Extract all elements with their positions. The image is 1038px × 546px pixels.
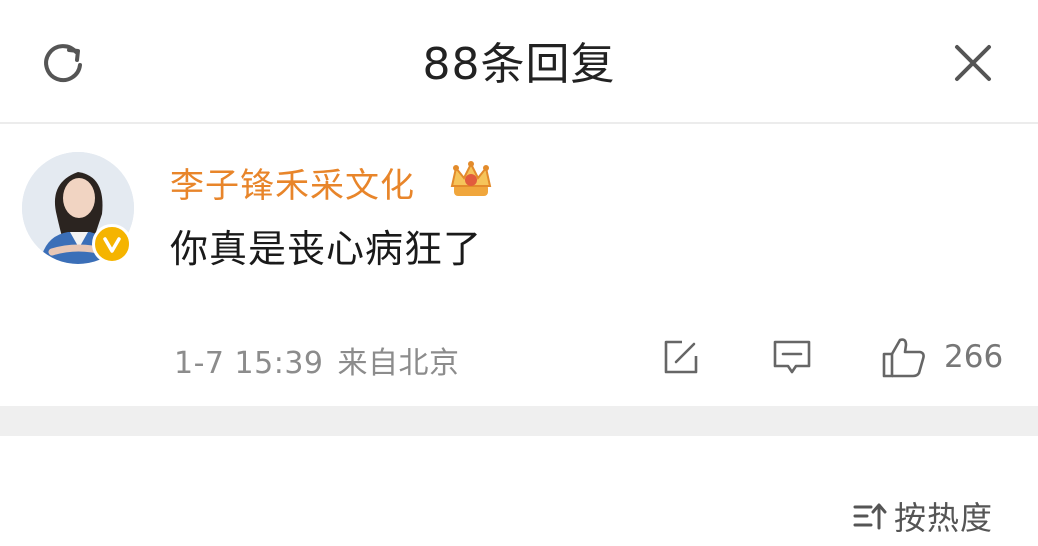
comment-location: 来自北京 bbox=[337, 346, 460, 381]
close-button[interactable] bbox=[944, 34, 1002, 92]
close-icon bbox=[955, 45, 991, 81]
sort-icon bbox=[853, 503, 887, 530]
like-button[interactable]: 266 bbox=[880, 334, 1003, 380]
sort-toggle[interactable]: 按热度 bbox=[852, 496, 994, 537]
sort-label: 按热度 bbox=[894, 499, 994, 537]
comment-item: 李子锋禾采文化 你真是丧心病狂了 1-7 15:39 来自北京 266 bbox=[0, 126, 1038, 406]
comment-icon bbox=[773, 340, 811, 374]
crown-icon bbox=[450, 161, 492, 196]
section-divider bbox=[0, 406, 1038, 436]
verified-badge bbox=[92, 224, 132, 264]
verified-icon bbox=[103, 237, 121, 253]
comment-timestamp: 1-7 15:39 bbox=[174, 346, 324, 381]
replies-panel: 88条回复 李子锋禾采文化 你真是丧心病狂了 1-7 15:39 来自北京 26… bbox=[0, 0, 1038, 546]
comment-meta: 1-7 15:39 来自北京 bbox=[174, 338, 460, 382]
reply-button[interactable] bbox=[770, 334, 814, 380]
comment-text: 你真是丧心病狂了 bbox=[170, 227, 483, 271]
like-count: 266 bbox=[944, 339, 1004, 375]
thumbs-up-icon bbox=[882, 338, 925, 378]
edit-icon bbox=[664, 340, 698, 374]
username[interactable]: 李子锋禾采文化 bbox=[170, 158, 415, 207]
repost-button[interactable] bbox=[660, 334, 702, 380]
page-title: 88条回复 bbox=[422, 39, 616, 90]
header-bar: 88条回复 bbox=[0, 0, 1038, 124]
